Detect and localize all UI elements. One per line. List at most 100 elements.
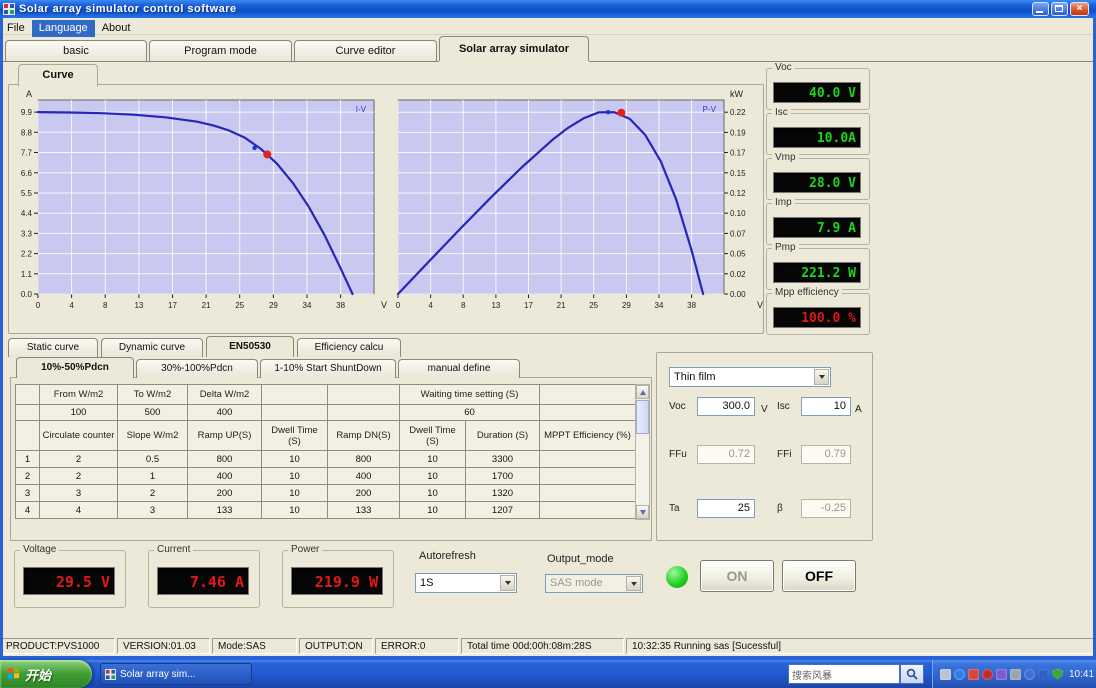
table-cell[interactable]: [327, 404, 400, 421]
table-cell[interactable]: 2: [117, 484, 188, 502]
table-cell[interactable]: 10: [261, 501, 328, 519]
table-cell[interactable]: 10: [399, 450, 466, 468]
security-alert-icon[interactable]: [968, 668, 979, 680]
modem-icon[interactable]: [940, 668, 951, 680]
taskbar-item-label: Solar array sim...: [120, 668, 196, 680]
svg-text:8.8: 8.8: [21, 128, 33, 137]
sub-tab-4[interactable]: manual define: [398, 359, 520, 378]
section-tab-3[interactable]: EN50530: [206, 336, 294, 357]
pv-technology-select[interactable]: Thin film: [669, 367, 831, 387]
table-header-cell: Circulate counter: [39, 420, 118, 451]
table-cell[interactable]: 3: [117, 501, 188, 519]
table-cell[interactable]: 1207: [465, 501, 540, 519]
table-cell[interactable]: 10: [261, 450, 328, 468]
table-cell[interactable]: 2: [15, 467, 40, 485]
search-input[interactable]: [788, 664, 900, 684]
output-mode-select[interactable]: SAS mode: [545, 574, 643, 593]
voltage-value: 29.5 V: [23, 567, 115, 595]
table-cell[interactable]: 1: [117, 467, 188, 485]
table-cell[interactable]: 3: [15, 484, 40, 502]
table-cell[interactable]: 133: [187, 501, 262, 519]
scrollbar-thumb[interactable]: [636, 400, 649, 434]
table-cell[interactable]: 800: [187, 450, 262, 468]
table-cell[interactable]: [539, 484, 636, 502]
table-header-cell: Ramp DN(S): [327, 420, 400, 451]
sub-tab-3[interactable]: 1-10% Start ShuntDown: [260, 359, 396, 378]
section-tab-1[interactable]: Static curve: [8, 338, 98, 357]
table-cell[interactable]: 3: [39, 484, 118, 502]
volume-icon[interactable]: [954, 668, 965, 680]
main-tab-2[interactable]: Program mode: [149, 40, 292, 61]
chevron-down-icon[interactable]: [626, 576, 641, 591]
table-cell[interactable]: 10: [399, 501, 466, 519]
param-input-voc[interactable]: 300.0: [697, 397, 755, 416]
maximize-button[interactable]: [1051, 2, 1068, 16]
main-tab-1[interactable]: basic: [5, 40, 147, 61]
table-cell[interactable]: 200: [327, 484, 400, 502]
svg-text:13: 13: [491, 301, 500, 310]
search-button[interactable]: [900, 664, 924, 684]
readout-pmp: Pmp 221.2 W: [766, 242, 870, 290]
svg-text:kW: kW: [730, 89, 744, 99]
table-cell[interactable]: 1: [15, 450, 40, 468]
table-cell[interactable]: 60: [399, 404, 540, 421]
chevron-down-icon[interactable]: [814, 369, 829, 385]
section-tab-2[interactable]: Dynamic curve: [101, 338, 203, 357]
usb-icon[interactable]: [1010, 668, 1021, 680]
antivirus-icon[interactable]: [982, 668, 993, 680]
table-cell[interactable]: 1700: [465, 467, 540, 485]
param-input-ta[interactable]: 25: [697, 499, 755, 518]
scroll-down-icon[interactable]: [636, 505, 649, 519]
sub-tab-2[interactable]: 30%-100%Pdcn: [136, 359, 258, 378]
table-scrollbar[interactable]: [635, 384, 650, 520]
table-cell[interactable]: 2: [39, 467, 118, 485]
readout-value: 221.2 W: [773, 262, 861, 283]
on-button[interactable]: ON: [700, 560, 774, 592]
table-cell[interactable]: 4: [15, 501, 40, 519]
start-button[interactable]: 开始: [0, 660, 92, 688]
param-input-isc[interactable]: 10: [801, 397, 851, 416]
network-icon[interactable]: [1024, 668, 1035, 680]
table-cell[interactable]: [261, 404, 328, 421]
taskbar-item-solar-array[interactable]: Solar array sim...: [100, 663, 252, 685]
table-cell[interactable]: 4: [39, 501, 118, 519]
table-cell[interactable]: 0.5: [117, 450, 188, 468]
main-tab-3[interactable]: Curve editor: [294, 40, 437, 61]
svg-text:P-V: P-V: [703, 105, 717, 114]
table-cell[interactable]: 500: [117, 404, 188, 421]
table-cell[interactable]: 10: [261, 484, 328, 502]
table-cell[interactable]: [15, 404, 40, 421]
sub-tab-1[interactable]: 10%-50%Pdcn: [16, 357, 134, 378]
table-cell[interactable]: 400: [187, 467, 262, 485]
curve-tab[interactable]: Curve: [18, 64, 98, 87]
table-cell[interactable]: 3300: [465, 450, 540, 468]
autorefresh-select[interactable]: 1S: [415, 573, 517, 593]
table-cell[interactable]: 800: [327, 450, 400, 468]
table-cell[interactable]: 400: [187, 404, 262, 421]
close-button[interactable]: ×: [1070, 2, 1089, 16]
table-cell[interactable]: [539, 467, 636, 485]
table-cell[interactable]: [539, 450, 636, 468]
im-icon[interactable]: [996, 668, 1007, 680]
main-tab-4[interactable]: Solar array simulator: [439, 36, 589, 61]
table-cell[interactable]: 200: [187, 484, 262, 502]
table-cell[interactable]: 10: [399, 484, 466, 502]
table-cell[interactable]: 1320: [465, 484, 540, 502]
table-header-cell: From W/m2: [39, 384, 118, 405]
table-cell[interactable]: 400: [327, 467, 400, 485]
pv-technology-value: Thin film: [674, 371, 716, 383]
off-button[interactable]: OFF: [782, 560, 856, 592]
table-cell[interactable]: 10: [261, 467, 328, 485]
table-cell[interactable]: 10: [399, 467, 466, 485]
table-cell[interactable]: [539, 501, 636, 519]
chevron-down-icon[interactable]: [500, 575, 515, 591]
section-tab-4[interactable]: Efficiency calcu: [297, 338, 401, 357]
scroll-up-icon[interactable]: [636, 385, 649, 399]
table-cell[interactable]: [539, 404, 636, 421]
shield-green-icon[interactable]: [1052, 668, 1063, 680]
minimize-button[interactable]: [1032, 2, 1049, 16]
table-cell[interactable]: 100: [39, 404, 118, 421]
table-cell[interactable]: 133: [327, 501, 400, 519]
shield-blue-icon[interactable]: [1038, 668, 1049, 680]
table-cell[interactable]: 2: [39, 450, 118, 468]
